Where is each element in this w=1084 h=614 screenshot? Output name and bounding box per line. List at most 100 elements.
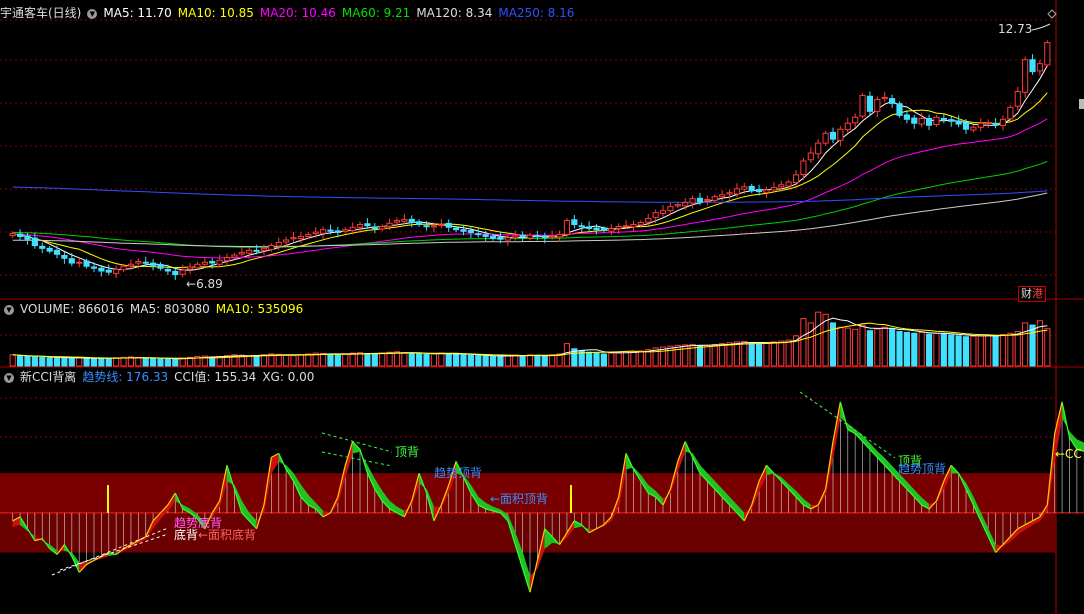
- dropdown-icon[interactable]: ▼: [4, 304, 14, 315]
- candle: [98, 267, 105, 272]
- candle: [748, 185, 755, 192]
- candle: [268, 245, 275, 251]
- volume-bar: [327, 353, 334, 367]
- volume-bar: [889, 328, 896, 367]
- ma-value-2: MA20: 10.46: [259, 6, 336, 20]
- candle: [460, 229, 467, 232]
- candle: [416, 221, 423, 226]
- volume-bar: [977, 335, 984, 367]
- candle: [327, 229, 334, 232]
- candle: [600, 228, 607, 231]
- candle: [852, 116, 859, 124]
- volume-bar: [608, 352, 615, 367]
- candle: [948, 119, 955, 122]
- volume-bar: [586, 351, 593, 367]
- candle: [962, 122, 970, 130]
- ma-value-1: MA10: 10.85: [177, 6, 254, 20]
- dropdown-icon[interactable]: ▼: [4, 372, 14, 383]
- candle: [630, 224, 637, 228]
- volume-bar: [593, 352, 600, 367]
- candle: [859, 94, 866, 117]
- candle: [401, 218, 408, 222]
- volume-bar: [600, 353, 607, 367]
- price-high-label: 12.73: [998, 22, 1033, 36]
- volume-bar: [364, 353, 371, 367]
- candle: [1029, 59, 1036, 73]
- candle: [142, 261, 149, 264]
- candle: [534, 235, 541, 238]
- candle: [319, 229, 327, 234]
- volume-bar: [622, 351, 630, 367]
- cci-panel-header: ▼ 新CCI背离 趋势线: 176.33 CCI值: 155.34 XG: 0.00: [0, 370, 326, 384]
- volume-bar: [423, 353, 430, 367]
- candle: [645, 218, 652, 223]
- dropdown-icon[interactable]: ▼: [87, 8, 98, 19]
- candle: [622, 225, 630, 228]
- volume-bar: [726, 342, 733, 367]
- volume-bar: [637, 350, 644, 367]
- candle: [667, 206, 674, 212]
- candle: [231, 254, 238, 258]
- candle: [815, 142, 822, 155]
- candle: [896, 103, 903, 116]
- volume-bar: [807, 322, 814, 367]
- area-top-divergence-label: ←面积顶背: [490, 492, 549, 506]
- volume-bar: [401, 352, 408, 367]
- candle: [785, 181, 792, 187]
- candle: [209, 260, 216, 264]
- candle: [253, 249, 260, 252]
- candle: [482, 234, 489, 237]
- candle: [53, 249, 61, 255]
- volume-bar: [719, 343, 726, 367]
- volume-bar: [874, 328, 881, 367]
- candle: [489, 235, 497, 239]
- candle: [866, 95, 874, 112]
- candle: [475, 233, 482, 236]
- cci-value-0: 趋势线: 176.33: [82, 370, 169, 384]
- trend-top-divergence-label-1: 趋势顶背: [434, 466, 483, 480]
- volume-bar: [46, 357, 53, 367]
- stock-title[interactable]: 宇通客车(日线): [0, 6, 81, 20]
- cci-indicator-title[interactable]: 新CCI背离: [20, 370, 76, 384]
- candle: [504, 237, 511, 241]
- volume-bar: [386, 351, 393, 367]
- volume-bar: [53, 356, 61, 367]
- volume-bar: [68, 357, 75, 367]
- ma-value-3: MA60: 9.21: [341, 6, 411, 20]
- candle: [393, 220, 401, 223]
- volume-bar: [704, 344, 711, 367]
- news-badge[interactable]: 财港: [1018, 286, 1046, 302]
- volume-bar: [24, 356, 31, 367]
- volume-bar: [896, 331, 903, 367]
- diamond-icon: [1047, 9, 1057, 19]
- volume-bar: [39, 356, 46, 367]
- volume-bar: [770, 341, 777, 367]
- volume-bar: [16, 355, 24, 367]
- volume-panel-header: ▼ VOLUME: 866016 MA5: 803080 MA10: 535096: [0, 302, 315, 316]
- volume-bar: [260, 354, 268, 367]
- volume-bar: [275, 353, 282, 367]
- candle: [992, 123, 999, 126]
- volume-bar: [992, 335, 999, 367]
- volume-bar: [334, 354, 341, 367]
- volume-bar: [31, 356, 38, 367]
- candle: [438, 224, 445, 227]
- volume-bar: [430, 353, 438, 367]
- volume-bar: [283, 354, 290, 367]
- volume-bar: [246, 355, 253, 367]
- candle: [977, 122, 984, 128]
- candle: [105, 269, 112, 273]
- volume-bar: [83, 357, 90, 367]
- candle: [90, 266, 98, 269]
- high-arrow: [1031, 23, 1051, 31]
- candle: [763, 189, 770, 193]
- candle: [711, 196, 718, 201]
- volume-bar: [1007, 332, 1014, 367]
- candle: [822, 132, 829, 144]
- candle: [445, 222, 452, 228]
- candle: [164, 268, 171, 272]
- candle: [526, 234, 534, 239]
- candle: [933, 116, 940, 125]
- volume-bar: [61, 357, 68, 367]
- candle: [704, 199, 711, 202]
